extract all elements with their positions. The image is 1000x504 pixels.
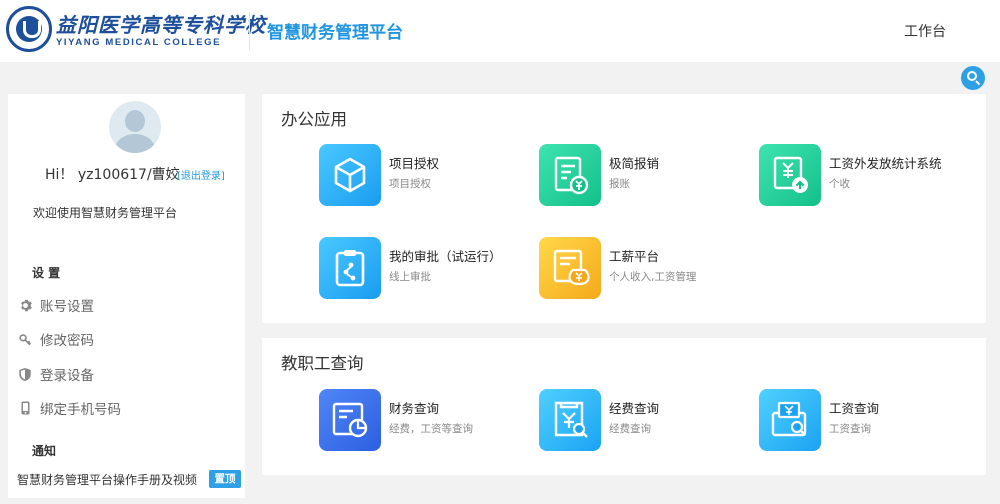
college-name-cn: 益阳医学高等专科学校 <box>56 13 266 37</box>
menu-label: 绑定手机号码 <box>40 402 121 418</box>
header-divider <box>249 12 250 50</box>
app-name: 我的审批（试运行） <box>389 249 502 264</box>
college-logo-icon <box>6 6 52 52</box>
phone-icon <box>18 401 32 415</box>
avatar <box>109 101 161 153</box>
app-name: 经费查询 <box>609 401 660 416</box>
staff-query-panel: 教职工查询 财务查询 经费，工资等查询 经费查询 经费查询 工资查询 工资查询 <box>262 338 986 475</box>
menu-label: 账号设置 <box>40 299 94 315</box>
pinned-badge: 置顶 <box>209 470 241 488</box>
platform-title: 智慧财务管理平台 <box>267 23 403 43</box>
finance-chart-icon <box>319 389 381 451</box>
logout-link[interactable]: [退出登录] <box>177 167 225 182</box>
invoice-yen-icon <box>539 144 601 206</box>
menu-bind-phone[interactable]: 绑定手机号码 <box>18 397 121 419</box>
app-project-authorization[interactable]: 项目授权 项目授权 <box>319 144 529 208</box>
key-icon <box>18 332 32 346</box>
app-name: 工薪平台 <box>609 249 660 264</box>
salary-upload-icon <box>759 144 821 206</box>
menu-label: 修改密码 <box>40 333 94 349</box>
app-name: 极简报销 <box>609 156 660 171</box>
app-desc: 报账 <box>609 178 630 190</box>
workbench-link[interactable]: 工作台 <box>904 21 946 41</box>
cube-icon <box>319 144 381 206</box>
menu-label: 登录设备 <box>40 368 94 384</box>
app-fund-query[interactable]: 经费查询 经费查询 <box>539 389 749 453</box>
office-apps-title: 办公应用 <box>281 110 347 129</box>
app-name: 项目授权 <box>389 156 440 171</box>
shield-icon <box>18 367 32 381</box>
search-icon[interactable] <box>961 66 985 90</box>
staff-query-title: 教职工查询 <box>281 354 364 373</box>
menu-login-devices[interactable]: 登录设备 <box>18 363 94 385</box>
notice-item-link[interactable]: 智慧财务管理平台操作手册及视频 <box>17 471 197 488</box>
payroll-bag-icon <box>539 237 601 299</box>
app-finance-query[interactable]: 财务查询 经费，工资等查询 <box>319 389 529 453</box>
clipboard-approval-icon <box>319 237 381 299</box>
user-greeting: Hi！ yz100617/曹姣 <box>45 167 180 183</box>
fund-search-icon <box>539 389 601 451</box>
app-desc: 个收 <box>829 178 850 190</box>
app-name: 工资外发放统计系统 <box>829 156 942 171</box>
app-simple-reimbursement[interactable]: 极简报销 报账 <box>539 144 749 208</box>
app-desc: 个人收入,工资管理 <box>609 271 697 283</box>
app-desc: 工资查询 <box>829 423 871 435</box>
app-name: 财务查询 <box>389 401 440 416</box>
office-apps-panel: 办公应用 项目授权 项目授权 极简报销 报账 工资外发放统计系统 个收 我的审批… <box>262 94 986 323</box>
app-payroll-platform[interactable]: 工薪平台 个人收入,工资管理 <box>539 237 749 301</box>
college-name-en: YIYANG MEDICAL COLLEGE <box>56 37 222 48</box>
gear-icon <box>18 298 32 312</box>
app-extra-salary-stats[interactable]: 工资外发放统计系统 个收 <box>759 144 969 208</box>
notice-heading: 通知 <box>32 444 57 458</box>
app-salary-query[interactable]: 工资查询 工资查询 <box>759 389 969 453</box>
app-name: 工资查询 <box>829 401 880 416</box>
salary-search-icon <box>759 389 821 451</box>
user-sidebar: Hi！ yz100617/曹姣 [退出登录] 欢迎使用智慧财务管理平台 设 置 … <box>8 94 245 498</box>
top-bar: 益阳医学高等专科学校 YIYANG MEDICAL COLLEGE 智慧财务管理… <box>0 0 1000 62</box>
settings-heading: 设 置 <box>32 266 61 280</box>
app-my-approvals[interactable]: 我的审批（试运行） 线上审批 <box>319 237 529 301</box>
app-desc: 线上审批 <box>389 271 431 283</box>
app-desc: 经费查询 <box>609 423 651 435</box>
app-desc: 项目授权 <box>389 178 431 190</box>
menu-change-password[interactable]: 修改密码 <box>18 328 94 350</box>
menu-account-settings[interactable]: 账号设置 <box>18 294 94 316</box>
welcome-text: 欢迎使用智慧财务管理平台 <box>33 206 178 220</box>
app-desc: 经费，工资等查询 <box>389 423 473 435</box>
